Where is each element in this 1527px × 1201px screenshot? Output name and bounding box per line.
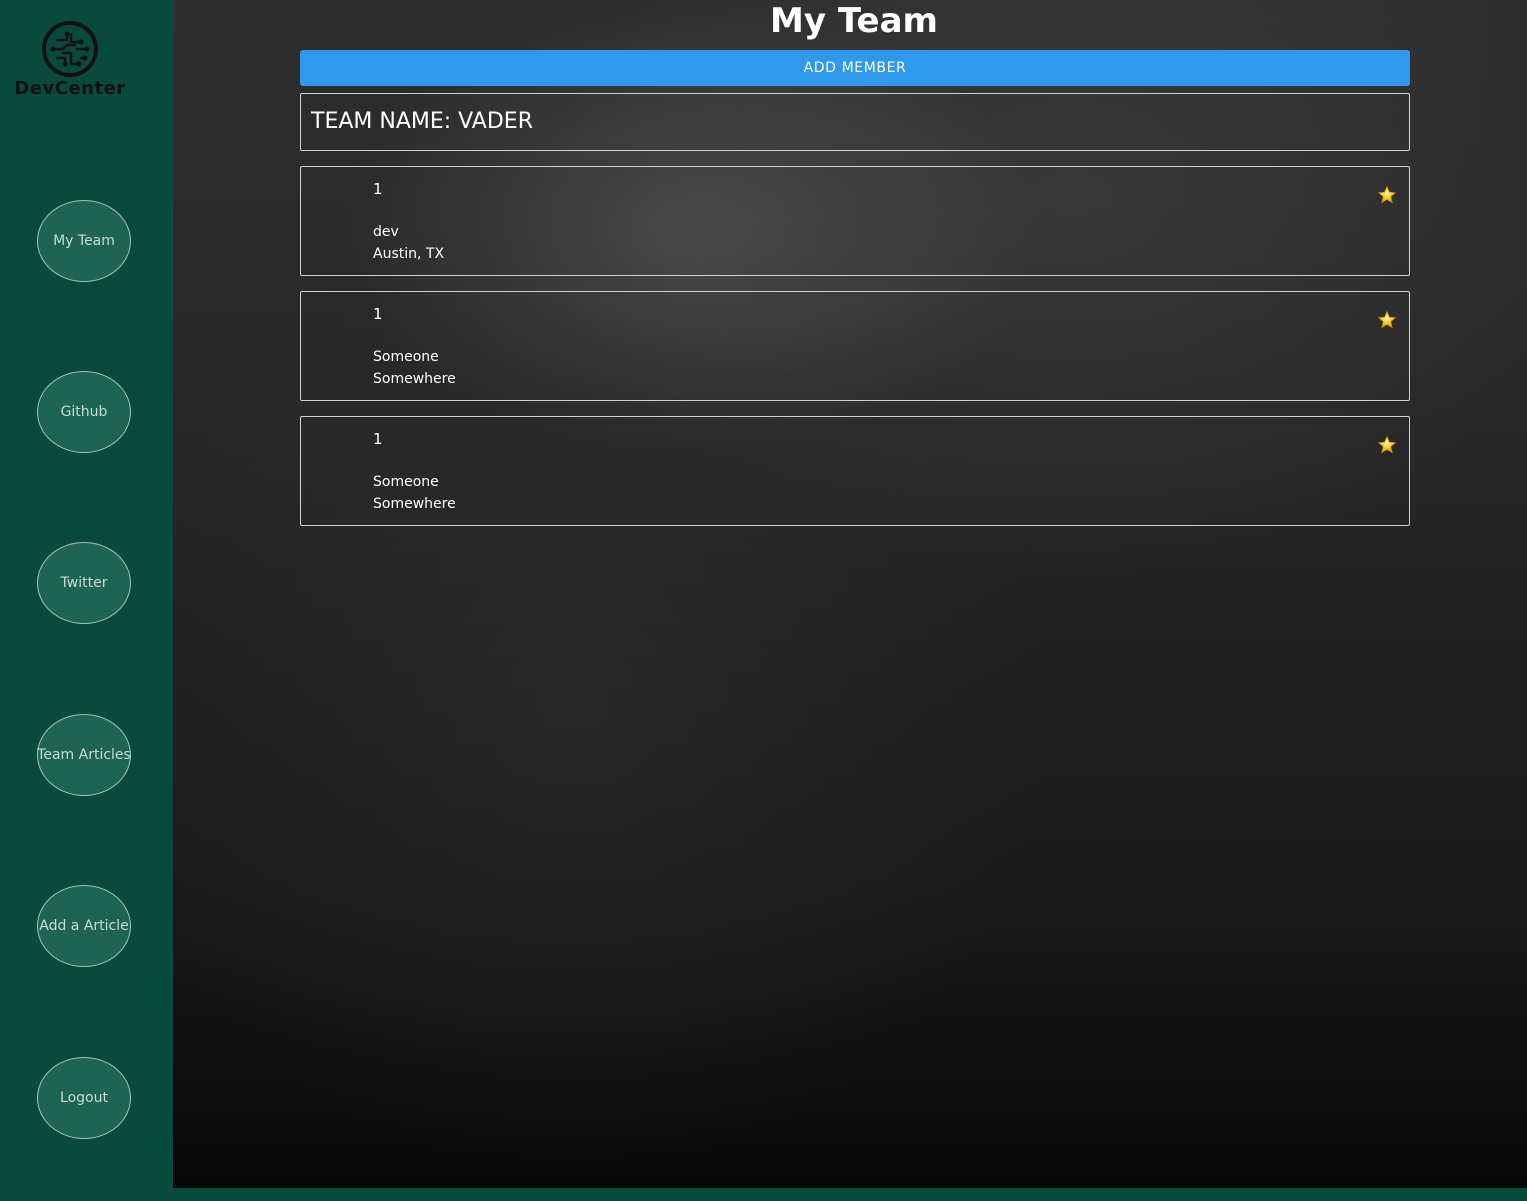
member-location: Austin, TX — [373, 246, 445, 262]
nav-twitter-button[interactable]: Twitter — [37, 542, 131, 624]
member-number: 1 — [373, 430, 383, 448]
star-icon[interactable] — [1377, 435, 1397, 455]
page-title: My Team — [770, 1, 938, 41]
member-location: Somewhere — [373, 496, 456, 512]
member-name: Someone — [373, 349, 439, 365]
member-location: Somewhere — [373, 371, 456, 387]
logo-text: DevCenter — [14, 78, 126, 99]
team-name-box: TEAM NAME: VADER — [300, 93, 1410, 151]
circuit-brain-icon — [42, 21, 98, 77]
add-member-button[interactable]: ADD MEMBER — [300, 50, 1410, 86]
nav-logout-button[interactable]: Logout — [37, 1057, 131, 1139]
nav-add-article-button[interactable]: Add a Article — [37, 885, 131, 967]
member-card: 1 dev Austin, TX — [300, 166, 1410, 276]
star-icon[interactable] — [1377, 185, 1397, 205]
member-name: dev — [373, 224, 399, 240]
nav-team-articles-button[interactable]: Team Articles — [37, 714, 131, 796]
star-icon[interactable] — [1377, 310, 1397, 330]
member-number: 1 — [373, 305, 383, 323]
nav-github-button[interactable]: Github — [37, 371, 131, 453]
member-card: 1 Someone Somewhere — [300, 291, 1410, 401]
sidebar: DevCenter My Team Github Twitter Team Ar… — [0, 0, 173, 1201]
bottom-strip — [173, 1188, 1527, 1201]
main-content: My Team ADD MEMBER TEAM NAME: VADER 1 de… — [173, 0, 1527, 1188]
member-name: Someone — [373, 474, 439, 490]
member-number: 1 — [373, 180, 383, 198]
member-card: 1 Someone Somewhere — [300, 416, 1410, 526]
logo[interactable]: DevCenter — [0, 20, 140, 99]
team-name-text: TEAM NAME: VADER — [311, 109, 533, 134]
nav-my-team-button[interactable]: My Team — [37, 200, 131, 282]
